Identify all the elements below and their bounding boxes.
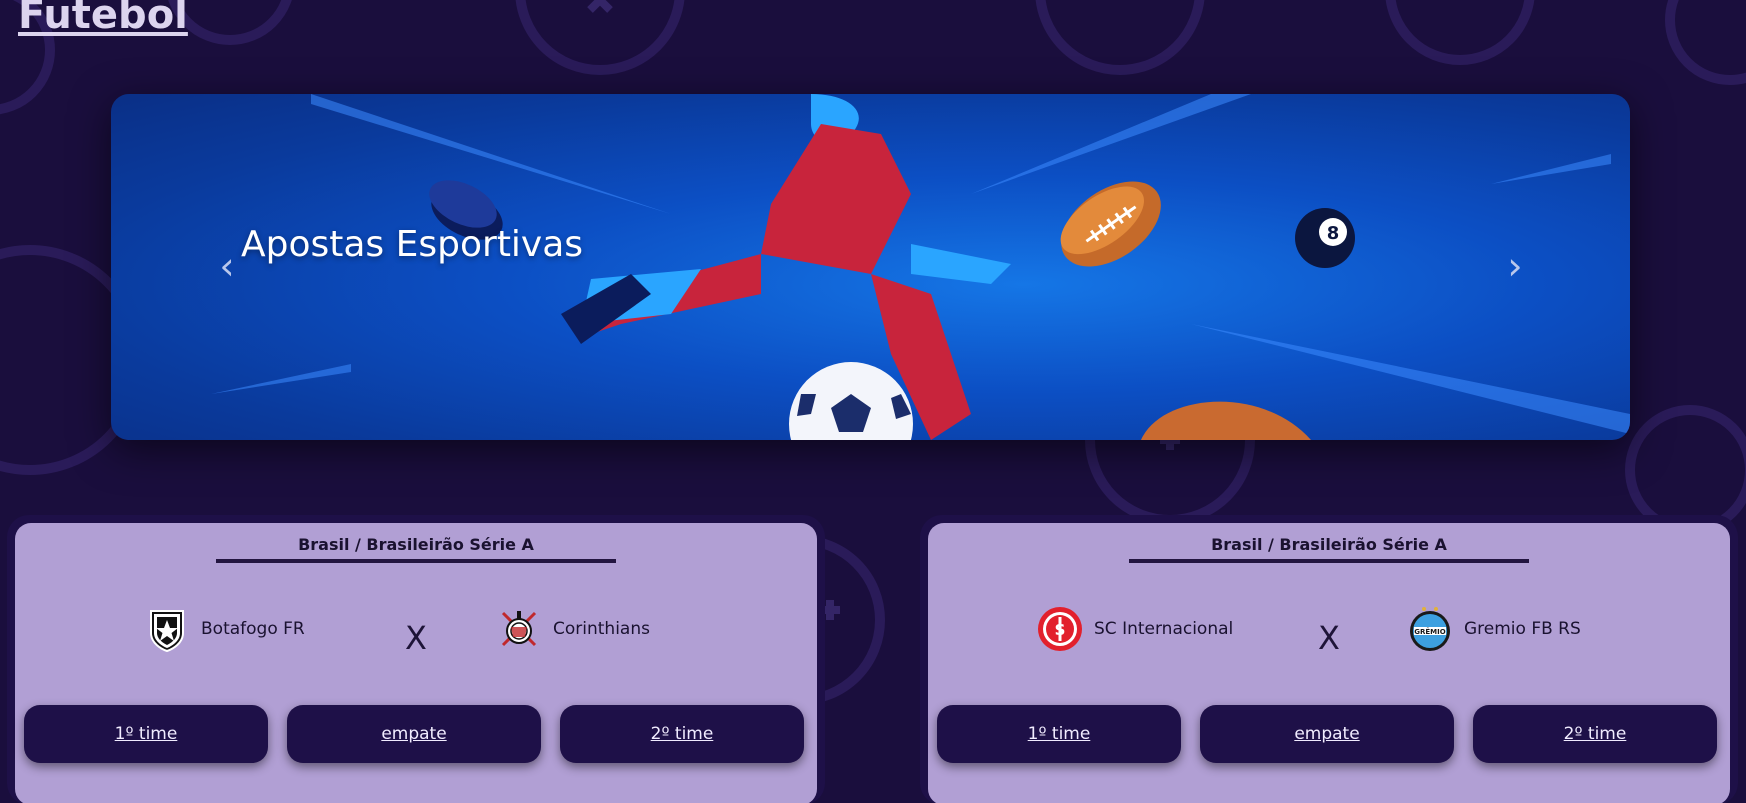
soccer-ball-icon (789, 362, 913, 440)
match-card-body: Brasil / Brasileirão Série A Botafogo FR… (15, 523, 817, 803)
away-team: Corinthians (495, 605, 650, 653)
home-team: Botafogo FR (143, 605, 305, 653)
bet-draw-button[interactable]: empate (1200, 705, 1454, 763)
banner-caption: Apostas Esportivas (241, 224, 584, 265)
eight-ball-icon: 8 (1295, 208, 1355, 268)
american-football-icon (1060, 181, 1161, 267)
soccer-player-illustration (561, 94, 1011, 440)
banner-illustration: 8 (211, 94, 1630, 440)
bet-away-button[interactable]: 2º time (560, 705, 804, 763)
bet-draw-button[interactable]: empate (287, 705, 541, 763)
match-card: Brasil / Brasileirão Série A S SC Intern… (920, 515, 1738, 803)
home-team: S SC Internacional (1036, 605, 1233, 653)
bet-away-button[interactable]: 2º time (1473, 705, 1717, 763)
divider (216, 559, 616, 563)
bet-home-button[interactable]: 1º time (937, 705, 1181, 763)
sports-betting-banner[interactable]: 8 Apostas Esportivas ‹ › (111, 94, 1630, 440)
internacional-crest-icon: S (1038, 607, 1082, 651)
svg-text:GRÊMIO: GRÊMIO (1414, 627, 1445, 636)
versus-label: X (405, 619, 427, 657)
league-title: Brasil / Brasileirão Série A (298, 535, 534, 554)
page-title[interactable]: Futebol (18, 0, 188, 38)
away-team: GRÊMIO Gremio FB RS (1406, 605, 1581, 653)
corinthians-crest-icon (501, 611, 537, 647)
home-team-name: SC Internacional (1094, 619, 1234, 639)
versus-label: X (1318, 619, 1340, 657)
home-team-name: Botafogo FR (201, 619, 305, 639)
divider (1129, 559, 1529, 563)
away-team-name: Gremio FB RS (1464, 619, 1581, 639)
bet-home-button[interactable]: 1º time (24, 705, 268, 763)
svg-text:8: 8 (1327, 223, 1340, 244)
botafogo-crest-icon (150, 610, 184, 653)
gremio-crest-icon: GRÊMIO (1410, 607, 1450, 651)
basketball-icon (1141, 401, 1311, 440)
match-card-body: Brasil / Brasileirão Série A S SC Intern… (928, 523, 1730, 803)
away-team-name: Corinthians (553, 619, 650, 639)
league-title: Brasil / Brasileirão Série A (1211, 535, 1447, 554)
match-card: Brasil / Brasileirão Série A Botafogo FR… (7, 515, 825, 803)
carousel-next-icon[interactable]: › (1500, 244, 1530, 288)
carousel-prev-icon[interactable]: ‹ (212, 244, 242, 288)
